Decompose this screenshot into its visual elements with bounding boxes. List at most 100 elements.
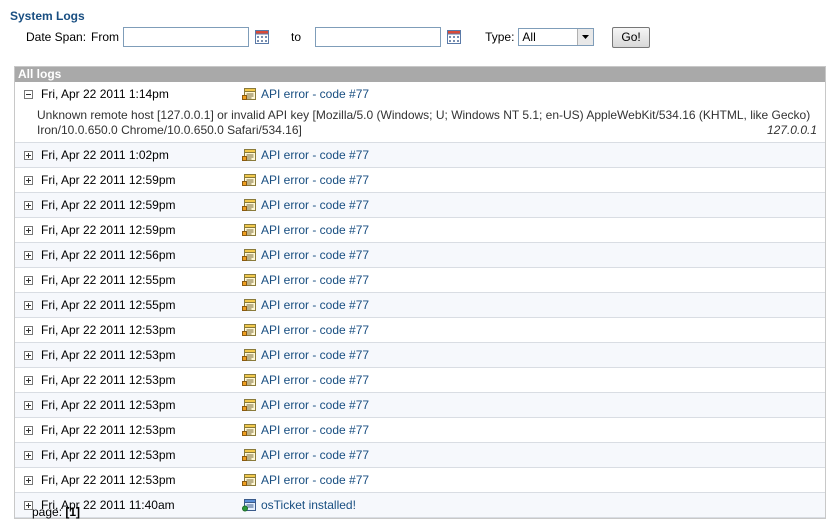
log-title-link[interactable]: API error - code #77: [261, 323, 369, 337]
log-rows: Fri, Apr 22 2011 1:14pm API error - code …: [15, 82, 825, 518]
log-title-link[interactable]: API error - code #77: [261, 298, 369, 312]
log-row[interactable]: Fri, Apr 22 2011 12:59pm API error - code…: [15, 168, 825, 193]
log-title-link[interactable]: API error - code #77: [261, 398, 369, 412]
expand-icon[interactable]: [24, 350, 33, 360]
log-error-icon: [242, 148, 258, 162]
pager: page: [1]: [32, 505, 80, 519]
log-row[interactable]: Fri, Apr 22 2011 11:40am osTicket install…: [15, 493, 825, 518]
expand-icon[interactable]: [24, 175, 33, 185]
log-error-icon: [242, 298, 258, 312]
log-title-link[interactable]: API error - code #77: [261, 448, 369, 462]
log-info-icon: [242, 498, 258, 512]
from-label: From: [91, 30, 120, 44]
log-error-icon: [242, 323, 258, 337]
log-title-link[interactable]: API error - code #77: [261, 348, 369, 362]
log-row[interactable]: Fri, Apr 22 2011 12:53pm API error - code…: [15, 393, 825, 418]
log-row[interactable]: Fri, Apr 22 2011 12:53pm API error - code…: [15, 368, 825, 393]
expand-icon[interactable]: [24, 375, 33, 385]
expand-icon[interactable]: [24, 150, 33, 160]
log-error-icon: [242, 223, 258, 237]
log-row[interactable]: Fri, Apr 22 2011 12:55pm API error - code…: [15, 293, 825, 318]
log-date: Fri, Apr 22 2011 12:53pm: [41, 398, 176, 412]
expand-icon[interactable]: [24, 200, 33, 210]
type-select[interactable]: All: [518, 28, 595, 46]
expand-icon[interactable]: [24, 225, 33, 235]
log-error-icon: [242, 348, 258, 362]
log-title-link[interactable]: API error - code #77: [261, 223, 369, 237]
log-error-icon: [242, 398, 258, 412]
log-date: Fri, Apr 22 2011 12:53pm: [41, 473, 176, 487]
table-header: All logs: [15, 67, 825, 82]
log-title-link[interactable]: API error - code #77: [261, 198, 369, 212]
log-row[interactable]: Fri, Apr 22 2011 12:55pm API error - code…: [15, 268, 825, 293]
expand-icon[interactable]: [24, 400, 33, 410]
log-title-link[interactable]: API error - code #77: [261, 473, 369, 487]
type-label: Type:: [485, 30, 515, 44]
log-error-icon: [242, 373, 258, 387]
log-title-link[interactable]: API error - code #77: [261, 423, 369, 437]
log-title-link[interactable]: API error - code #77: [261, 373, 369, 387]
filter-bar: Date Span: From to Type: All Go!: [26, 26, 650, 48]
expand-icon[interactable]: [24, 450, 33, 460]
log-date: Fri, Apr 22 2011 12:59pm: [41, 223, 176, 237]
log-error-icon: [242, 198, 258, 212]
expand-icon[interactable]: [24, 250, 33, 260]
log-date: Fri, Apr 22 2011 12:59pm: [41, 198, 176, 212]
log-detail-text: Unknown remote host [127.0.0.1] or inval…: [37, 108, 811, 137]
log-error-icon: [242, 473, 258, 487]
log-error-icon: [242, 173, 258, 187]
log-date: Fri, Apr 22 2011 12:53pm: [41, 373, 176, 387]
log-date: Fri, Apr 22 2011 1:14pm: [41, 87, 169, 101]
log-date: Fri, Apr 22 2011 12:56pm: [41, 248, 176, 262]
to-date-input[interactable]: [315, 27, 442, 47]
log-row[interactable]: Fri, Apr 22 2011 12:56pm API error - code…: [15, 243, 825, 268]
calendar-icon[interactable]: [255, 30, 270, 44]
log-date: Fri, Apr 22 2011 12:53pm: [41, 348, 176, 362]
collapse-icon[interactable]: [24, 89, 33, 99]
log-detail-ip: 127.0.0.1: [766, 123, 817, 137]
log-error-icon: [242, 448, 258, 462]
log-date: Fri, Apr 22 2011 12:55pm: [41, 298, 176, 312]
log-error-icon: [242, 248, 258, 262]
expand-icon[interactable]: [24, 425, 33, 435]
chevron-down-icon[interactable]: [577, 29, 594, 45]
log-row[interactable]: Fri, Apr 22 2011 12:53pm API error - code…: [15, 443, 825, 468]
log-row[interactable]: Fri, Apr 22 2011 12:59pm API error - code…: [15, 218, 825, 243]
log-date: Fri, Apr 22 2011 12:53pm: [41, 323, 176, 337]
from-date-input[interactable]: [123, 27, 250, 47]
calendar-icon[interactable]: [447, 30, 462, 44]
log-date: Fri, Apr 22 2011 1:02pm: [41, 148, 169, 162]
log-row[interactable]: Fri, Apr 22 2011 1:14pm API error - code …: [15, 82, 825, 106]
log-title-link[interactable]: API error - code #77: [261, 248, 369, 262]
log-error-icon: [242, 423, 258, 437]
expand-icon[interactable]: [24, 475, 33, 485]
expand-icon[interactable]: [24, 300, 33, 310]
log-row[interactable]: Fri, Apr 22 2011 12:53pm API error - code…: [15, 468, 825, 493]
log-row[interactable]: Fri, Apr 22 2011 12:53pm API error - code…: [15, 343, 825, 368]
log-title-link[interactable]: osTicket installed!: [261, 498, 356, 512]
log-title-link[interactable]: API error - code #77: [261, 273, 369, 287]
date-span-label: Date Span:: [26, 30, 87, 44]
pager-label: page:: [32, 505, 63, 519]
log-table: All logs Fri, Apr 22 2011 1:14pm API erro…: [14, 66, 826, 519]
log-row[interactable]: Fri, Apr 22 2011 12:53pm API error - code…: [15, 418, 825, 443]
type-select-value: All: [522, 30, 536, 44]
log-detail: Unknown remote host [127.0.0.1] or inval…: [15, 106, 825, 143]
log-title-link[interactable]: API error - code #77: [261, 87, 369, 101]
expand-icon[interactable]: [24, 325, 33, 335]
log-date: Fri, Apr 22 2011 12:53pm: [41, 448, 176, 462]
log-date: Fri, Apr 22 2011 12:59pm: [41, 173, 176, 187]
log-title-link[interactable]: API error - code #77: [261, 173, 369, 187]
pager-current-page[interactable]: [1]: [65, 505, 80, 519]
log-title-link[interactable]: API error - code #77: [261, 148, 369, 162]
log-error-icon: [242, 273, 258, 287]
to-label: to: [291, 30, 302, 44]
log-row[interactable]: Fri, Apr 22 2011 1:02pm API error - code …: [15, 143, 825, 168]
go-button[interactable]: Go!: [612, 26, 650, 48]
log-date: Fri, Apr 22 2011 12:55pm: [41, 273, 176, 287]
log-row[interactable]: Fri, Apr 22 2011 12:59pm API error - code…: [15, 193, 825, 218]
log-row[interactable]: Fri, Apr 22 2011 12:53pm API error - code…: [15, 318, 825, 343]
log-error-icon: [242, 87, 258, 101]
log-date: Fri, Apr 22 2011 12:53pm: [41, 423, 176, 437]
expand-icon[interactable]: [24, 275, 33, 285]
